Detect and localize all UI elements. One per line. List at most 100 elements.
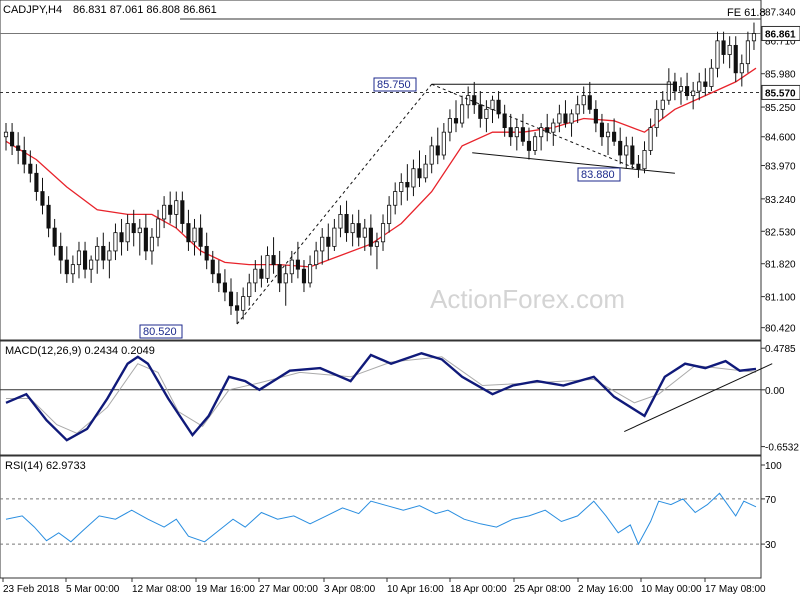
candle-body [253, 268, 258, 284]
candle-body [435, 145, 440, 156]
candle-body [64, 259, 69, 275]
candle-body [563, 113, 568, 124]
price-tick-label: 83.970 [765, 162, 796, 173]
candle-body [423, 163, 428, 179]
candle-body [441, 131, 446, 156]
candle-body [277, 264, 282, 284]
price-tick-label: 80.420 [765, 324, 796, 335]
candle-body [593, 108, 598, 124]
candle-body [636, 163, 641, 170]
candle-body [460, 104, 465, 124]
price-tick-label: 85.250 [765, 103, 796, 114]
candle-body [739, 63, 744, 74]
candle-body [703, 81, 708, 87]
price-tick-label: 84.600 [765, 133, 796, 144]
fe-label: FE 61.8 [727, 7, 766, 19]
candle-body [204, 245, 209, 261]
price-tick-label: 81.820 [765, 260, 796, 271]
candle-body [417, 168, 422, 179]
candle-body [28, 163, 33, 174]
candle-body [399, 182, 404, 192]
watermark: ActionForex.com [430, 284, 625, 314]
candle-body [624, 145, 629, 156]
level-price-label: 85.570 [765, 88, 796, 99]
candle-body [320, 236, 325, 252]
candle-body [709, 67, 714, 87]
candle-body [70, 264, 75, 275]
candle-body [502, 113, 507, 129]
candle-body [113, 232, 118, 252]
candle-body [162, 204, 167, 220]
candle-body [76, 250, 82, 266]
candle-body [721, 40, 726, 55]
x-tick-label: 2 May 16:00 [578, 584, 633, 595]
low-annotation: 80.520 [143, 326, 177, 338]
candle-body [581, 95, 586, 106]
candle-body [575, 104, 580, 115]
candle-body [241, 296, 246, 311]
candle-body [514, 127, 519, 138]
candle-body [697, 81, 702, 92]
candle-body [484, 108, 489, 119]
candle-body [350, 223, 355, 234]
candle-body [131, 223, 136, 234]
high-annotation: 85.750 [377, 79, 411, 91]
candle-body [295, 259, 300, 270]
candle-body [691, 90, 696, 97]
candle-body [46, 204, 51, 229]
candle-body [52, 227, 57, 247]
x-tick-label: 10 Apr 16:00 [387, 584, 444, 595]
candle-body [557, 113, 562, 124]
candle-body [599, 122, 605, 138]
macd-label: MACD(12,26,9) 0.2434 0.2049 [5, 345, 155, 357]
candle-body [16, 145, 21, 151]
candle-body [307, 264, 313, 284]
candle-body [374, 241, 380, 247]
candle-body [751, 33, 757, 42]
candle-body [368, 227, 373, 247]
candle-body [362, 227, 367, 238]
x-tick-label: 17 May 08:00 [705, 584, 766, 595]
candle-body [22, 150, 27, 165]
price-tick-label: 82.530 [765, 227, 796, 238]
candle-body [332, 227, 337, 247]
candle-body [405, 182, 410, 188]
candle-body [95, 245, 100, 261]
x-tick-label: 10 May 00:00 [641, 584, 702, 595]
candle-body [387, 204, 392, 224]
candle-body [520, 127, 525, 142]
candle-body [648, 127, 653, 151]
candle-body [283, 273, 288, 284]
price-tick-label: 87.340 [765, 8, 796, 19]
pullback-low-annotation: 83.880 [581, 169, 615, 181]
x-tick-label: 5 Mar 00:00 [66, 584, 120, 595]
rsi-label: RSI(14) 62.9733 [5, 460, 86, 472]
candle-body [314, 250, 319, 266]
cadjpy-chart: ActionForex.com 80.520 85.750 83.880 87.34… [0, 0, 800, 600]
candle-body [569, 113, 574, 124]
candle-body [685, 86, 690, 97]
candle-body [344, 213, 349, 234]
candle-body [654, 108, 659, 129]
candle-body [82, 250, 88, 270]
x-tick-label: 12 Mar 08:00 [132, 584, 191, 595]
candle-body [472, 95, 477, 106]
candle-body [107, 250, 112, 261]
candle-body [490, 99, 495, 110]
candle-body [259, 268, 264, 279]
candle-body [216, 273, 221, 284]
candle-body [356, 223, 361, 238]
price-tick-label: 81.100 [765, 293, 796, 304]
candle-body [101, 245, 106, 261]
candle-body [727, 44, 732, 55]
candle-body [198, 227, 203, 247]
rsi-tick-label: 70 [765, 495, 777, 506]
candle-body [58, 245, 63, 261]
price-tick-label: 85.980 [765, 70, 796, 81]
candle-body [180, 200, 185, 224]
candle-body [143, 227, 148, 252]
candle-body [526, 140, 532, 151]
candle-body [265, 255, 270, 279]
price-tick-label: 83.240 [765, 195, 796, 206]
macd-tick-label: -0.6532 [765, 443, 799, 454]
